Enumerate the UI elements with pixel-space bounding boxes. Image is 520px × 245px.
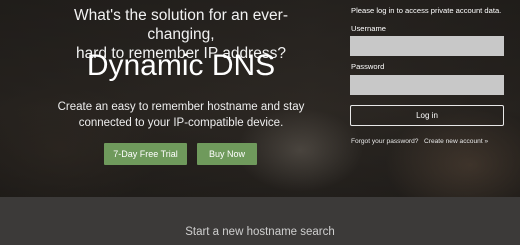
login-button[interactable]: Log in (350, 105, 504, 126)
hostname-search-title: Start a new hostname search (185, 226, 335, 238)
buy-now-button[interactable]: Buy Now (197, 143, 257, 165)
create-account-link[interactable]: Create new account » (424, 138, 488, 145)
hero-tagline-line2: connected to your IP-compatible device. (78, 116, 284, 129)
username-label: Username (351, 24, 387, 33)
password-label: Password (351, 62, 385, 71)
product-title: Dynamic DNS (86, 49, 276, 82)
hero-headline-line1: What's the solution for an ever-changing… (73, 7, 289, 43)
free-trial-button[interactable]: 7-Day Free Trial (104, 143, 187, 165)
password-field[interactable] (350, 75, 504, 95)
login-note: Please log in to access private account … (351, 6, 502, 15)
username-field[interactable] (350, 36, 504, 56)
hero-tagline-line1: Create an easy to remember hostname and … (57, 101, 305, 113)
forgot-password-link[interactable]: Forgot your password? (351, 138, 418, 145)
hero-tagline: Create an easy to remember hostname and … (52, 100, 310, 131)
